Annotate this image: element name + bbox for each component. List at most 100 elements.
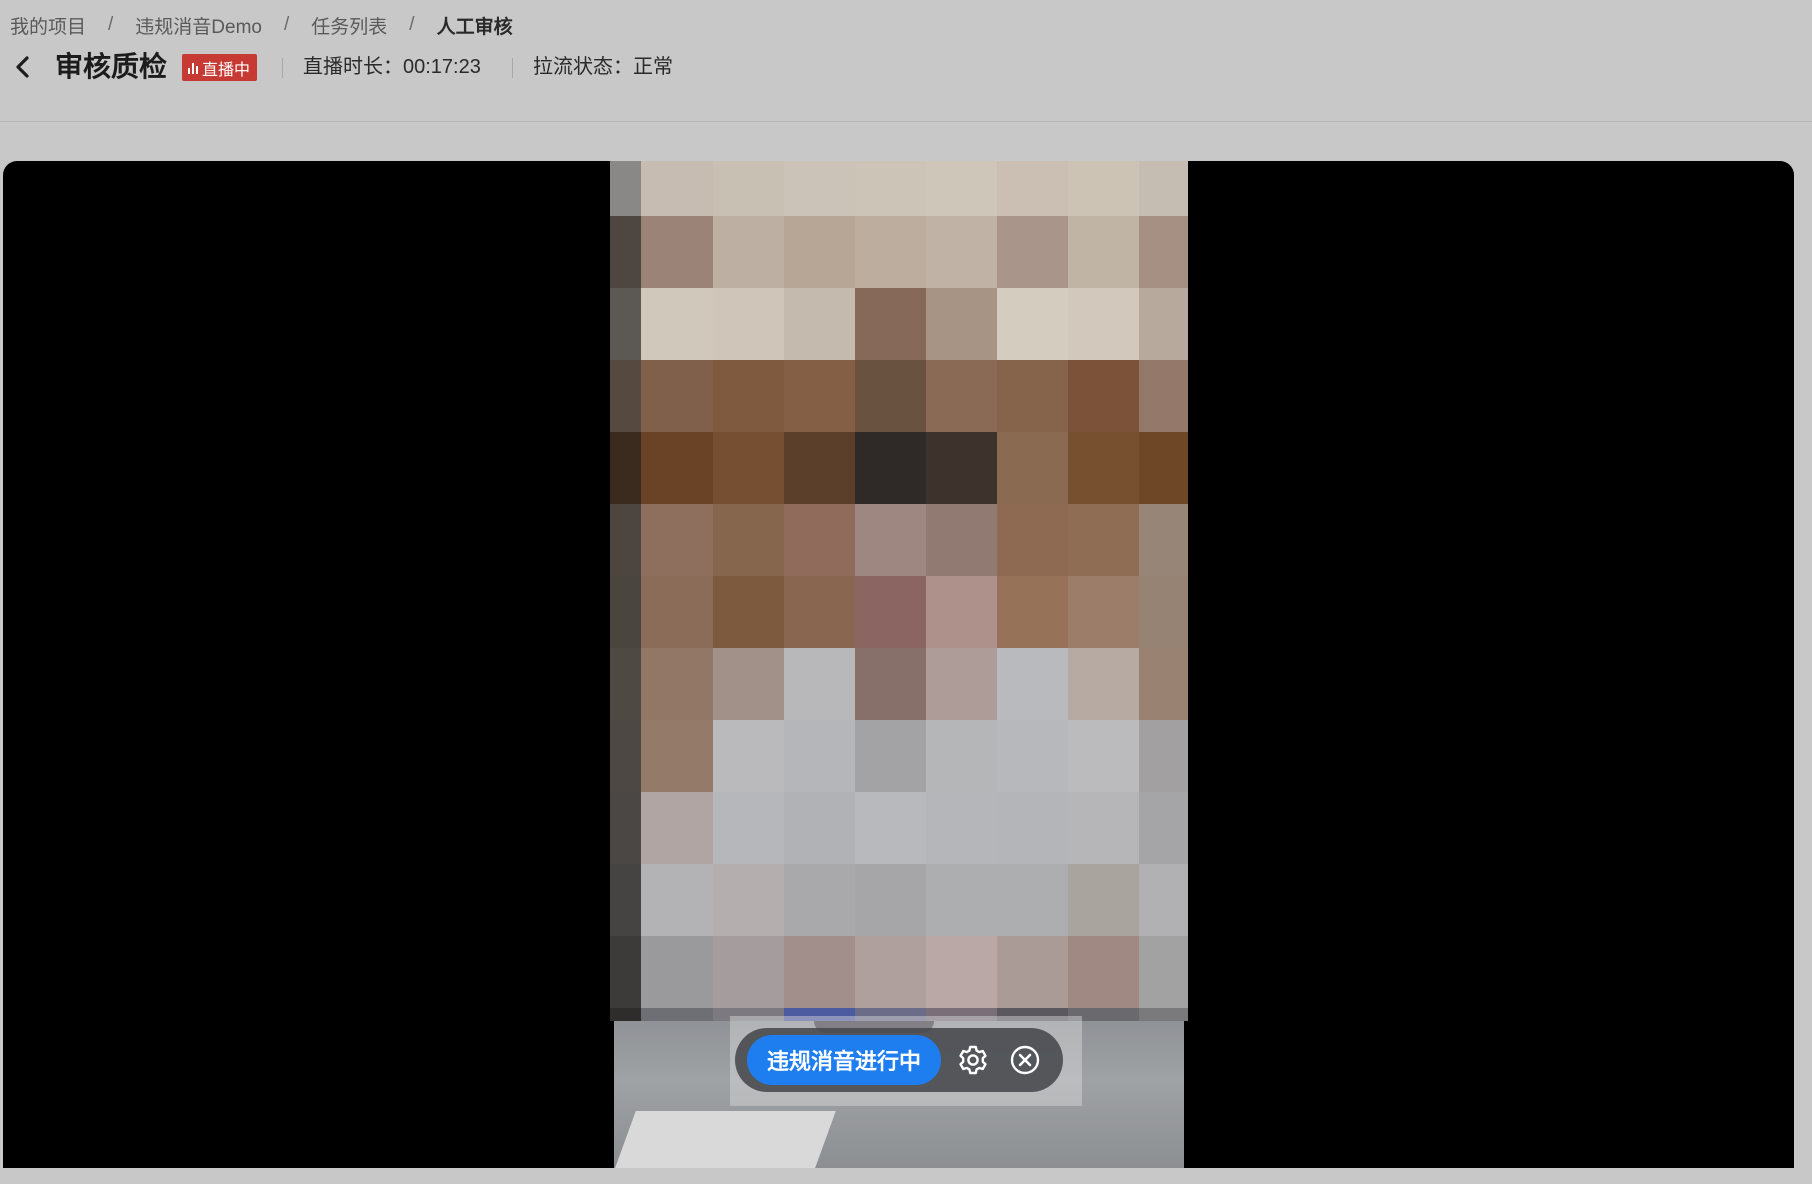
mosaic-tile xyxy=(997,648,1069,721)
video-frame-pixelated xyxy=(610,161,1188,1021)
mosaic-tile xyxy=(855,720,927,793)
breadcrumb: 我的项目 / 违规消音Demo / 任务列表 / 人工审核 xyxy=(10,12,513,38)
mosaic-tile xyxy=(1139,648,1188,721)
mosaic-tile xyxy=(713,936,785,1009)
mosaic-tile xyxy=(784,288,856,361)
breadcrumb-item-my-projects[interactable]: 我的项目 xyxy=(10,12,86,39)
mosaic-tile xyxy=(610,360,642,433)
mosaic-tile xyxy=(1068,216,1140,289)
settings-button[interactable] xyxy=(953,1040,993,1080)
mosaic-tile xyxy=(713,288,785,361)
live-duration-label: 直播时长： xyxy=(303,56,403,78)
mosaic-tile xyxy=(855,936,927,1009)
mosaic-tile xyxy=(784,161,856,217)
mosaic-tile xyxy=(997,936,1069,1009)
mosaic-tile xyxy=(926,504,998,577)
mosaic-tile xyxy=(610,792,642,865)
mosaic-tile xyxy=(784,936,856,1009)
pixelated-video-content xyxy=(610,161,1188,1021)
mosaic-tile xyxy=(855,432,927,505)
live-duration: 直播时长：00:17:23 xyxy=(303,50,481,84)
mosaic-tile xyxy=(784,720,856,793)
mosaic-tile xyxy=(1068,576,1140,649)
mosaic-tile xyxy=(855,360,927,433)
mosaic-tile xyxy=(1068,720,1140,793)
mute-control-bar: 违规消音进行中 xyxy=(735,1028,1063,1092)
mosaic-tile xyxy=(1068,288,1140,361)
mosaic-tile xyxy=(1139,432,1188,505)
mosaic-tile xyxy=(926,648,998,721)
mosaic-tile xyxy=(713,792,785,865)
mosaic-tile xyxy=(610,864,642,937)
mosaic-tile xyxy=(1068,936,1140,1009)
mosaic-tile xyxy=(855,792,927,865)
mosaic-tile xyxy=(641,360,714,433)
mosaic-tile xyxy=(784,576,856,649)
mosaic-tile xyxy=(997,161,1069,217)
mosaic-tile xyxy=(641,576,714,649)
mosaic-tile xyxy=(926,432,998,505)
mosaic-tile xyxy=(784,216,856,289)
mosaic-tile xyxy=(784,504,856,577)
mosaic-tile xyxy=(997,504,1069,577)
mosaic-tile xyxy=(610,432,642,505)
mosaic-tile xyxy=(641,648,714,721)
mosaic-tile xyxy=(855,576,927,649)
mosaic-tile xyxy=(1139,792,1188,865)
mosaic-tile xyxy=(641,936,714,1009)
mosaic-tile xyxy=(1139,216,1188,289)
page: 我的项目 / 违规消音Demo / 任务列表 / 人工审核 审核质检 直播中 直… xyxy=(0,0,1812,1184)
mosaic-tile xyxy=(610,161,642,217)
mosaic-tile xyxy=(713,864,785,937)
close-button[interactable] xyxy=(1005,1040,1045,1080)
mosaic-tile xyxy=(1139,288,1188,361)
mosaic-tile xyxy=(1139,720,1188,793)
mosaic-tile xyxy=(610,1008,642,1021)
mosaic-tile xyxy=(1068,792,1140,865)
stream-status-value: 正常 xyxy=(633,56,673,78)
mosaic-tile xyxy=(997,720,1069,793)
mosaic-tile xyxy=(855,161,927,217)
breadcrumb-item-current: 人工审核 xyxy=(436,16,513,38)
mosaic-tile xyxy=(610,648,642,721)
page-header: 审核质检 直播中 直播时长：00:17:23 拉流状态：正常 xyxy=(0,46,1812,88)
mosaic-tile xyxy=(1139,576,1188,649)
mosaic-tile xyxy=(926,360,998,433)
mosaic-tile xyxy=(641,1008,714,1021)
mosaic-tile xyxy=(713,216,785,289)
mosaic-tile xyxy=(713,576,785,649)
mosaic-tile xyxy=(641,720,714,793)
breadcrumb-item-project[interactable]: 违规消音Demo xyxy=(135,12,262,39)
mosaic-tile xyxy=(784,432,856,505)
mosaic-tile xyxy=(610,504,642,577)
mosaic-tile xyxy=(610,288,642,361)
live-duration-value: 00:17:23 xyxy=(403,56,481,78)
mosaic-tile xyxy=(997,360,1069,433)
mute-status-button[interactable]: 违规消音进行中 xyxy=(747,1035,942,1085)
mosaic-tile xyxy=(610,936,642,1009)
mosaic-tile xyxy=(610,216,642,289)
mosaic-tile xyxy=(855,216,927,289)
mosaic-tile xyxy=(713,504,785,577)
mosaic-tile xyxy=(1139,504,1188,577)
mosaic-tile xyxy=(1068,504,1140,577)
mosaic-tile xyxy=(713,720,785,793)
breadcrumb-separator: / xyxy=(409,14,415,35)
mosaic-tile xyxy=(855,288,927,361)
mosaic-tile xyxy=(1139,864,1188,937)
mosaic-tile xyxy=(1139,1008,1188,1021)
mosaic-tile xyxy=(1139,360,1188,433)
live-badge-label: 直播中 xyxy=(202,61,251,79)
mosaic-tile xyxy=(610,720,642,793)
mosaic-tile xyxy=(641,216,714,289)
page-title: 审核质检 xyxy=(55,51,168,82)
mosaic-tile xyxy=(1068,432,1140,505)
mosaic-tile xyxy=(926,936,998,1009)
back-button[interactable] xyxy=(8,52,38,82)
mosaic-tile xyxy=(926,161,998,217)
breadcrumb-item-task-list[interactable]: 任务列表 xyxy=(311,12,387,39)
header-separator xyxy=(0,121,1812,122)
mosaic-tile xyxy=(784,864,856,937)
live-status-badge: 直播中 xyxy=(182,54,258,81)
gear-icon xyxy=(959,1045,987,1075)
